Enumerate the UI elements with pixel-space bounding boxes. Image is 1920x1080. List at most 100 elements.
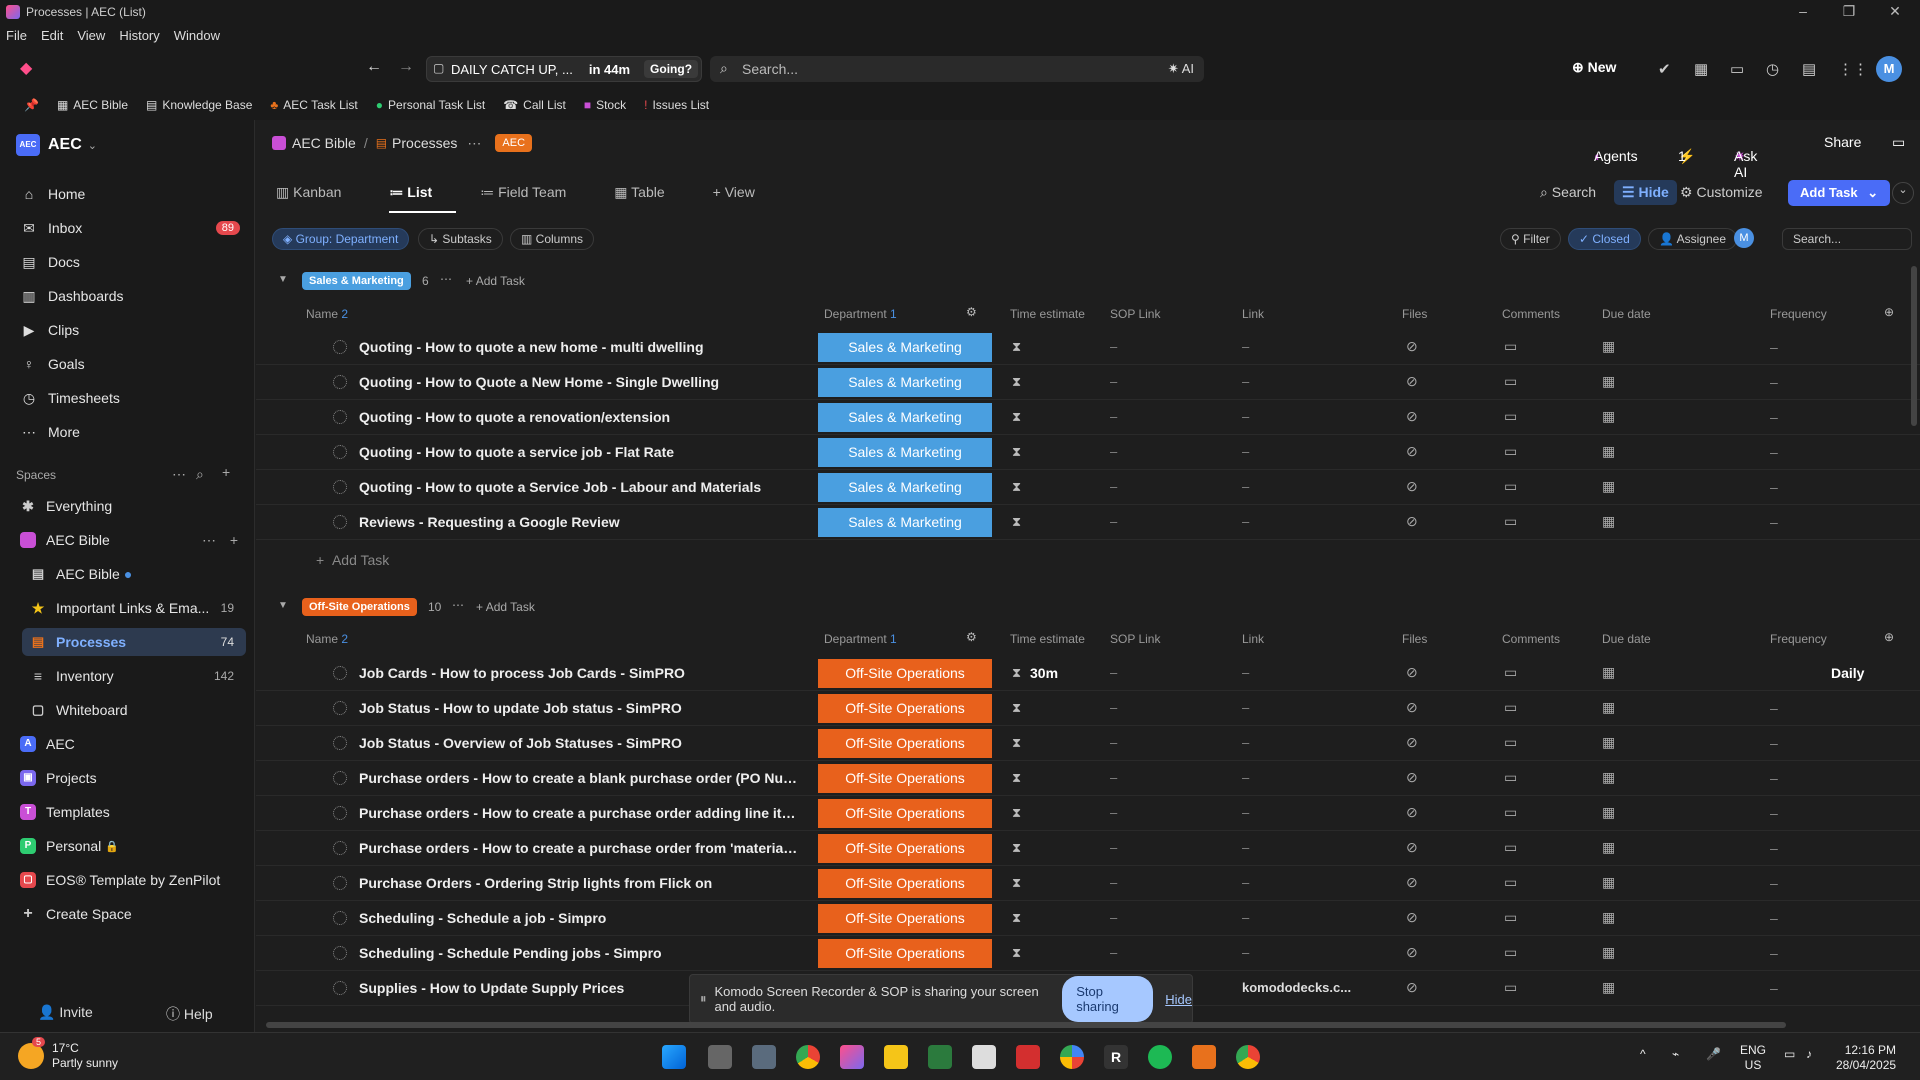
- calendar-icon[interactable]: ▦: [1602, 874, 1615, 891]
- minimize-icon[interactable]: –: [1780, 0, 1826, 24]
- calendar-icon[interactable]: ▦: [1602, 734, 1615, 751]
- status-circle-icon[interactable]: [333, 771, 347, 785]
- customize-button[interactable]: ⚙ Customize: [1680, 184, 1763, 201]
- sop-link-empty[interactable]: –: [1110, 805, 1117, 820]
- sop-link-empty[interactable]: –: [1110, 700, 1117, 715]
- attachment-icon[interactable]: ⊘: [1406, 944, 1418, 961]
- department-tag[interactable]: Off-Site Operations: [818, 939, 992, 968]
- task-name[interactable]: Job Status - Overview of Job Statuses - …: [359, 735, 799, 751]
- col-frequency[interactable]: Frequency: [1770, 307, 1827, 321]
- table-row[interactable]: Scheduling - Schedule a job - Simpro Off-…: [256, 901, 1920, 936]
- frequency[interactable]: –: [1770, 770, 1778, 786]
- department-tag[interactable]: Off-Site Operations: [818, 659, 992, 688]
- col-name[interactable]: Name 2: [306, 307, 348, 321]
- sop-link-empty[interactable]: –: [1110, 840, 1117, 855]
- calendar-icon[interactable]: ▦: [1694, 60, 1708, 78]
- meeting-reminder[interactable]: ▢ DAILY CATCH UP, ... in 44m Going?: [426, 56, 702, 82]
- subtasks-chip[interactable]: ↳ Subtasks: [418, 228, 503, 250]
- comment-icon[interactable]: ▭: [1504, 699, 1517, 716]
- bookmark-aec-bible[interactable]: ▦ AEC Bible: [57, 98, 128, 112]
- comment-icon[interactable]: ▭: [1504, 769, 1517, 786]
- department-tag[interactable]: Sales & Marketing: [818, 508, 992, 537]
- menu-file[interactable]: File: [6, 28, 27, 43]
- link-value[interactable]: komododecks.c...: [1242, 980, 1351, 995]
- add-column-icon[interactable]: ⊕: [1884, 305, 1894, 319]
- bookmark-aec-task-list[interactable]: ♣ AEC Task List: [270, 98, 357, 112]
- add-view-button[interactable]: + View: [713, 184, 779, 213]
- sidebar-item-clips[interactable]: ▶ Clips: [20, 316, 240, 344]
- close-icon[interactable]: ✕: [1872, 0, 1918, 24]
- frequency[interactable]: Daily: [1831, 665, 1864, 681]
- stop-sharing-button[interactable]: Stop sharing: [1062, 976, 1154, 1022]
- menu-window[interactable]: Window: [174, 28, 220, 43]
- workspace-switcher[interactable]: AEC AEC ⌄: [16, 134, 97, 156]
- vertical-scrollbar[interactable]: [1911, 266, 1917, 426]
- frequency[interactable]: –: [1770, 444, 1778, 460]
- frequency[interactable]: –: [1770, 805, 1778, 821]
- sop-link-empty[interactable]: –: [1110, 875, 1117, 890]
- more-options-icon[interactable]: ⋯: [467, 135, 481, 152]
- assignee-chip[interactable]: 👤 Assignee: [1648, 228, 1737, 250]
- col-due-date[interactable]: Due date: [1602, 632, 1651, 646]
- volume-icon[interactable]: ♪: [1806, 1047, 1812, 1062]
- department-tag[interactable]: Off-Site Operations: [818, 694, 992, 723]
- task-name[interactable]: Quoting - How to quote a renovation/exte…: [359, 409, 799, 425]
- more-options-icon[interactable]: ⋯: [440, 272, 452, 286]
- comment-icon[interactable]: ▭: [1504, 373, 1517, 390]
- task-name[interactable]: Scheduling - Schedule Pending jobs - Sim…: [359, 945, 799, 961]
- table-row[interactable]: Purchase orders - How to create a purcha…: [256, 831, 1920, 866]
- table-row[interactable]: Purchase orders - How to create a purcha…: [256, 796, 1920, 831]
- list-inventory[interactable]: ≡ Inventory 142: [30, 662, 246, 690]
- status-circle-icon[interactable]: [333, 445, 347, 459]
- col-files[interactable]: Files: [1402, 632, 1427, 646]
- col-due-date[interactable]: Due date: [1602, 307, 1651, 321]
- link-empty[interactable]: –: [1242, 910, 1249, 925]
- sidebar-item-home[interactable]: ⌂ Home: [20, 180, 240, 208]
- space-everything[interactable]: ✱ Everything: [20, 492, 246, 520]
- comment-icon[interactable]: ▭: [1504, 944, 1517, 961]
- calendar-icon[interactable]: ▦: [1602, 513, 1615, 530]
- link-empty[interactable]: –: [1242, 875, 1249, 890]
- tab-list[interactable]: ≔ List: [389, 184, 457, 213]
- assignee-avatar[interactable]: M: [1734, 228, 1754, 248]
- calendar-icon[interactable]: ▦: [1602, 769, 1615, 786]
- frequency[interactable]: –: [1770, 700, 1778, 716]
- calendar-icon[interactable]: ▦: [1602, 373, 1615, 390]
- frequency[interactable]: –: [1770, 735, 1778, 751]
- comment-icon[interactable]: ▭: [1504, 664, 1517, 681]
- link-empty[interactable]: –: [1242, 840, 1249, 855]
- bookmark-knowledge-base[interactable]: ▤ Knowledge Base: [146, 98, 252, 112]
- status-circle-icon[interactable]: [333, 480, 347, 494]
- status-circle-icon[interactable]: [333, 946, 347, 960]
- task-name[interactable]: Purchase orders - How to create a purcha…: [359, 840, 799, 856]
- network-icon[interactable]: ⌁: [1672, 1047, 1679, 1062]
- sop-link-empty[interactable]: –: [1110, 945, 1117, 960]
- attachment-icon[interactable]: ⊘: [1406, 443, 1418, 460]
- col-sop-link[interactable]: SOP Link: [1110, 632, 1160, 646]
- attachment-icon[interactable]: ⊘: [1406, 478, 1418, 495]
- filter-button[interactable]: ⚲ Filter: [1500, 228, 1561, 250]
- forward-arrow-icon[interactable]: →: [398, 58, 414, 76]
- hourglass-icon[interactable]: ⧗: [1012, 910, 1021, 926]
- calendar-icon[interactable]: ▦: [1602, 408, 1615, 425]
- status-circle-icon[interactable]: [333, 736, 347, 750]
- language-indicator[interactable]: ENG US: [1740, 1043, 1766, 1073]
- attachment-icon[interactable]: ⊘: [1406, 664, 1418, 681]
- attachment-icon[interactable]: ⊘: [1406, 874, 1418, 891]
- file-explorer-icon[interactable]: [884, 1045, 908, 1069]
- task-name[interactable]: Quoting - How to Quote a New Home - Sing…: [359, 374, 799, 390]
- hourglass-icon[interactable]: ⧗: [1012, 840, 1021, 856]
- ai-button[interactable]: ✷ AI: [1168, 61, 1194, 77]
- comment-icon[interactable]: ▭: [1504, 513, 1517, 530]
- global-search[interactable]: ⌕ Search... ✷ AI: [710, 56, 1204, 82]
- chrome-icon[interactable]: [796, 1045, 820, 1069]
- horizontal-scrollbar[interactable]: [266, 1022, 1786, 1028]
- comment-icon[interactable]: ▭: [1504, 734, 1517, 751]
- table-row[interactable]: Quoting - How to quote a new home - mult…: [256, 330, 1920, 365]
- hourglass-icon[interactable]: ⧗: [1012, 665, 1021, 681]
- clickup-icon[interactable]: [840, 1045, 864, 1069]
- sidebar-item-more[interactable]: ⋯ More: [20, 418, 240, 446]
- time-estimate[interactable]: 30m: [1030, 665, 1058, 681]
- share-button[interactable]: Share: [1824, 134, 1861, 150]
- table-row[interactable]: Scheduling - Schedule Pending jobs - Sim…: [256, 936, 1920, 971]
